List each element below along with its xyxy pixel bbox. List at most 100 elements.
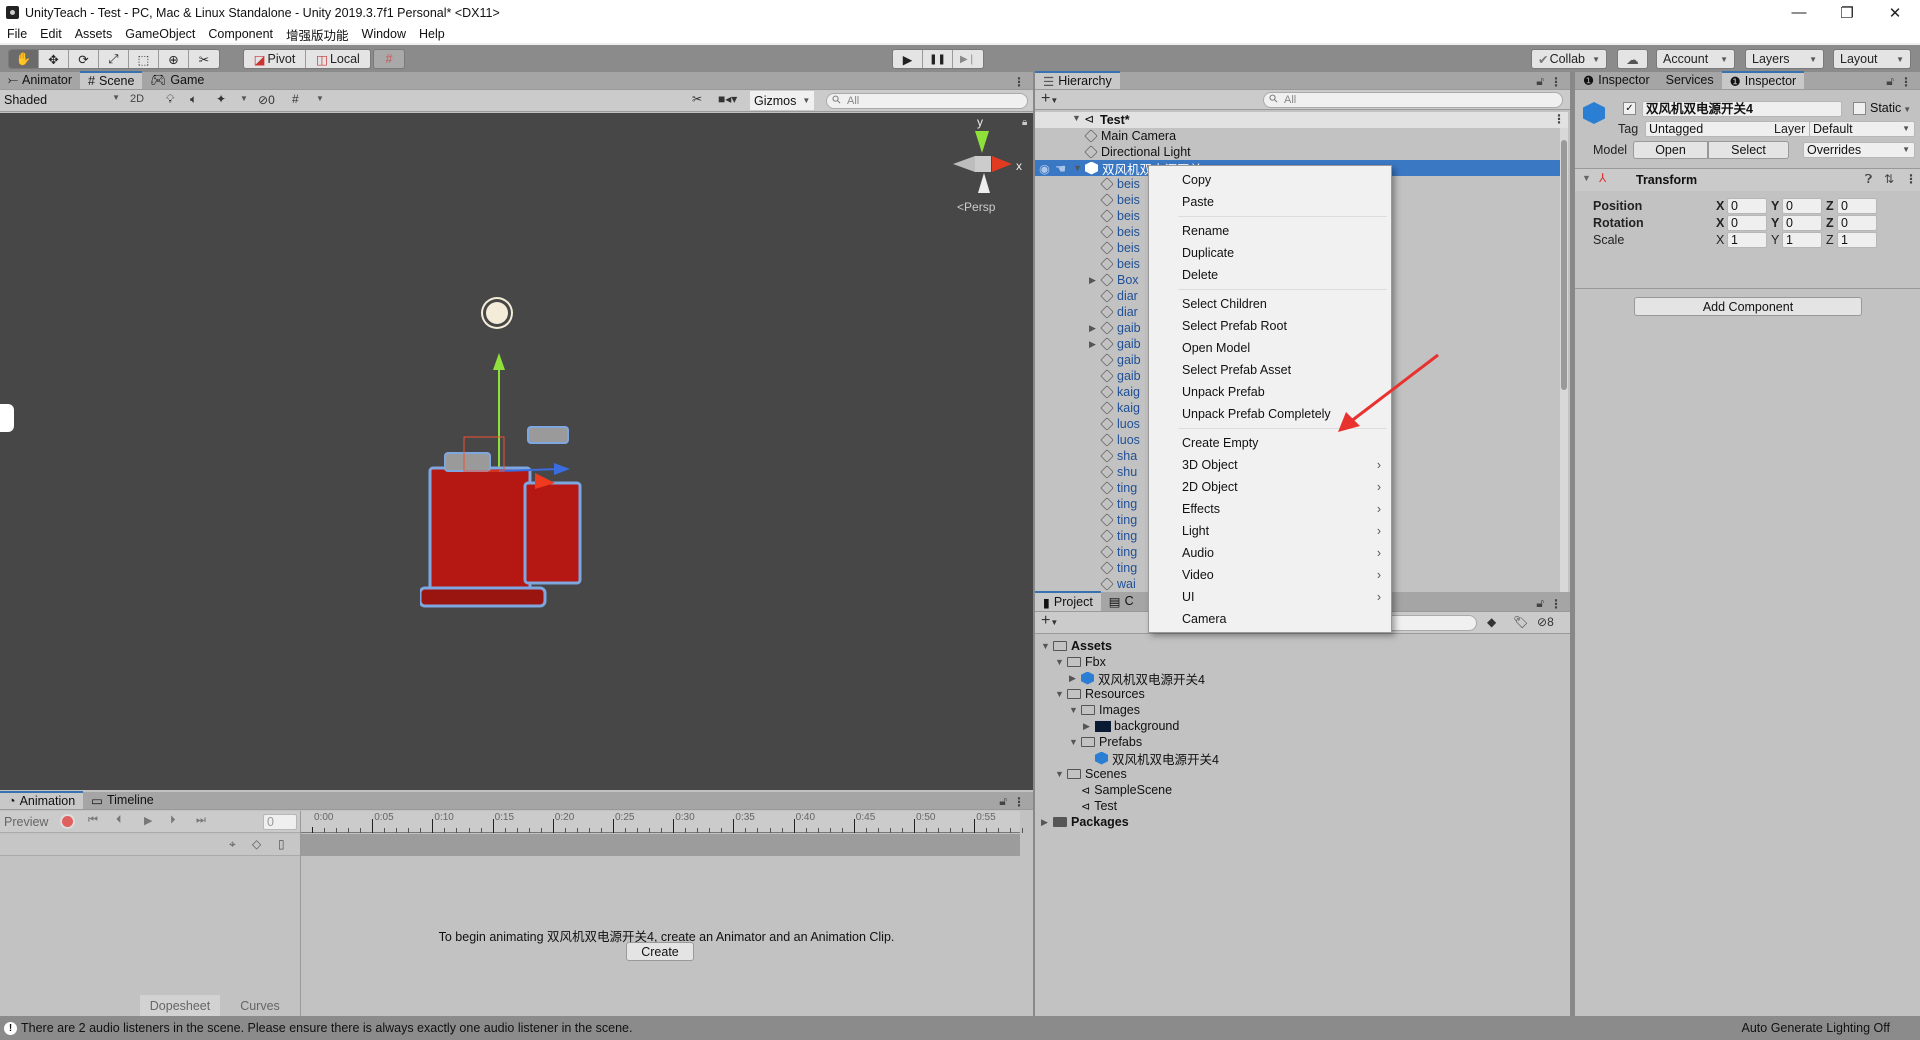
rotation-y-field[interactable]: 0 [1782, 215, 1822, 231]
create-add-button[interactable]: +▼ [1041, 90, 1058, 108]
menu-item-2d-object[interactable]: 2D Object › [1182, 477, 1381, 497]
tools-icon[interactable]: ✂ [692, 92, 702, 106]
gizmo-neg-x-cone[interactable] [953, 156, 975, 172]
timeline-track[interactable] [300, 834, 1020, 856]
camera-settings-icon[interactable]: ■◂▾ [718, 92, 737, 106]
static-checkbox[interactable] [1853, 102, 1866, 115]
pivot-button[interactable]: ◪ Pivot [244, 50, 306, 68]
menu-assets[interactable]: Assets [68, 27, 119, 41]
tab-timeline[interactable]: ▭ Timeline [83, 791, 162, 809]
next-keyframe-button[interactable]: ⏵ [170, 814, 176, 827]
project-item[interactable]: ⊲ SampleScene [1069, 782, 1172, 798]
tab-game[interactable]: 🎮︎ Game [142, 71, 212, 89]
scene-viewport[interactable]: y x 🔒︎ <Persp [0, 113, 1033, 790]
menu-item-video[interactable]: Video › [1182, 565, 1381, 585]
camera-gizmo-icon[interactable] [0, 404, 14, 432]
scene-menu-icon[interactable]: ⋮ [1553, 112, 1565, 126]
tab-animator[interactable]: ⤚ Animator [0, 71, 80, 89]
component-menu-icon[interactable]: ⋮ [1905, 172, 1917, 186]
panel-menu-icon[interactable]: ⋮ [1550, 597, 1570, 611]
play-button[interactable]: ▶ [893, 50, 923, 68]
project-item[interactable]: ▶ Packages [1041, 814, 1129, 830]
cloud-button[interactable]: ☁ [1617, 49, 1648, 69]
prev-keyframe-button[interactable]: ⏴ [116, 814, 122, 827]
position-z-field[interactable]: 0 [1837, 198, 1877, 214]
expand-triangle-icon[interactable]: ▼ [1069, 737, 1081, 747]
lock-icon[interactable]: 🔓︎ [1886, 74, 1900, 89]
menu-enhanced[interactable]: 增强版功能 [279, 25, 355, 44]
custom-tool-button[interactable]: ✂ [189, 50, 219, 68]
hidden-objects-toggle[interactable]: ⊘0 [258, 93, 275, 107]
gizmo-center-cube[interactable] [975, 156, 991, 172]
rotation-x-field[interactable]: 0 [1727, 215, 1767, 231]
expand-triangle-icon[interactable]: ▼ [1582, 173, 1591, 183]
menu-item-paste[interactable]: Paste [1182, 192, 1381, 212]
project-item[interactable]: ▶ background [1083, 718, 1179, 734]
expand-triangle-icon[interactable]: ▼ [1055, 689, 1067, 699]
add-keyframe-icon[interactable]: ◇ [252, 837, 261, 851]
active-checkbox[interactable]: ✓ [1623, 102, 1636, 115]
menu-item-delete[interactable]: Delete [1182, 265, 1381, 285]
expand-triangle-icon[interactable]: ▶ [1083, 721, 1095, 732]
pause-button[interactable]: ❚❚ [923, 50, 953, 68]
lock-icon[interactable]: 🔓︎ [1536, 596, 1550, 611]
lighting-toggle-icon[interactable]: 💡︎ [166, 92, 174, 107]
panel-menu-icon[interactable]: ⋮ [1013, 75, 1033, 89]
expand-triangle-icon[interactable]: ▼ [1055, 769, 1067, 779]
gizmo-x-cone[interactable] [992, 156, 1012, 172]
hierarchy-search-input[interactable]: All [1263, 92, 1563, 108]
presets-icon[interactable]: ⇅ [1884, 172, 1894, 186]
close-button[interactable]: ✕ [1872, 0, 1918, 25]
expand-triangle-icon[interactable]: ▶ [1041, 817, 1053, 828]
project-item[interactable]: ▼ Images [1069, 702, 1140, 718]
projection-toggle[interactable]: <Persp [957, 200, 995, 214]
project-item[interactable]: ▼ Scenes [1055, 766, 1127, 782]
scale-z-field[interactable]: 1 [1837, 232, 1877, 248]
menu-item-3d-object[interactable]: 3D Object › [1182, 455, 1381, 475]
layer-dropdown[interactable]: Default ▼ [1809, 121, 1915, 137]
tab-animation[interactable]: ◔ Animation [0, 791, 84, 809]
project-item[interactable]: ▼ Assets [1041, 638, 1112, 654]
panel-menu-icon[interactable]: ⋮ [1013, 795, 1033, 809]
lock-icon[interactable]: 🔓︎ [999, 794, 1013, 809]
menu-edit[interactable]: Edit [33, 27, 68, 41]
static-dropdown[interactable]: Static ▼ [1870, 101, 1911, 115]
scene-search-input[interactable]: All [826, 93, 1028, 109]
gizmo-neg-y-cone[interactable] [978, 173, 990, 193]
menu-item-select-prefab-root[interactable]: Select Prefab Root [1182, 316, 1381, 336]
layout-dropdown[interactable]: Layout ▼ [1833, 49, 1911, 69]
hand-tool-button[interactable]: ✋ [9, 50, 39, 68]
transform-tool-button[interactable]: ⊕ [159, 50, 189, 68]
tab-inspector-1[interactable]: ❶ Inspector [1575, 71, 1658, 89]
project-item[interactable]: ▼ Resources [1055, 686, 1145, 702]
layers-dropdown[interactable]: Layers ▼ [1745, 49, 1824, 69]
menu-item-camera[interactable]: Camera [1182, 609, 1381, 629]
gizmo-y-cone[interactable] [975, 131, 989, 153]
menu-help[interactable]: Help [412, 27, 451, 41]
tab-dopesheet[interactable]: Dopesheet [140, 995, 220, 1016]
help-icon[interactable]: ❓︎ [1865, 172, 1872, 187]
rotation-z-field[interactable]: 0 [1837, 215, 1877, 231]
object-name-field[interactable]: 双风机双电源开关4 [1642, 101, 1842, 117]
2d-toggle[interactable]: 2D [130, 93, 144, 105]
selected-model[interactable] [420, 313, 600, 653]
lock-icon[interactable]: 🔒︎ [1022, 117, 1027, 128]
tab-curves[interactable]: Curves [220, 995, 300, 1016]
tab-scene[interactable]: # Scene [80, 71, 143, 89]
expand-triangle-icon[interactable]: ▶ [1069, 673, 1081, 684]
menu-item-select-children[interactable]: Select Children [1182, 294, 1381, 314]
expand-triangle-icon[interactable]: ▼ [1041, 641, 1053, 651]
step-button[interactable]: ▶❘ [953, 50, 983, 68]
tab-console[interactable]: ▤ C [1101, 591, 1142, 611]
first-keyframe-button[interactable]: ⏮ [88, 814, 98, 827]
hierarchy-item[interactable]: Main Camera [1035, 128, 1568, 144]
collapsed-triangle-icon[interactable]: ▶ [1089, 275, 1101, 286]
chevron-down-icon[interactable]: ▼ [316, 94, 324, 103]
scale-x-field[interactable]: 1 [1727, 232, 1767, 248]
add-event-icon[interactable]: ▯ [278, 837, 285, 851]
local-button[interactable]: ◫ Local [306, 50, 370, 68]
rect-tool-button[interactable]: ⬚ [129, 50, 159, 68]
tag-dropdown[interactable]: Untagged▼ [1645, 121, 1835, 137]
rotate-tool-button[interactable]: ⟳ [69, 50, 99, 68]
tab-hierarchy[interactable]: ☰ Hierarchy [1035, 71, 1120, 89]
